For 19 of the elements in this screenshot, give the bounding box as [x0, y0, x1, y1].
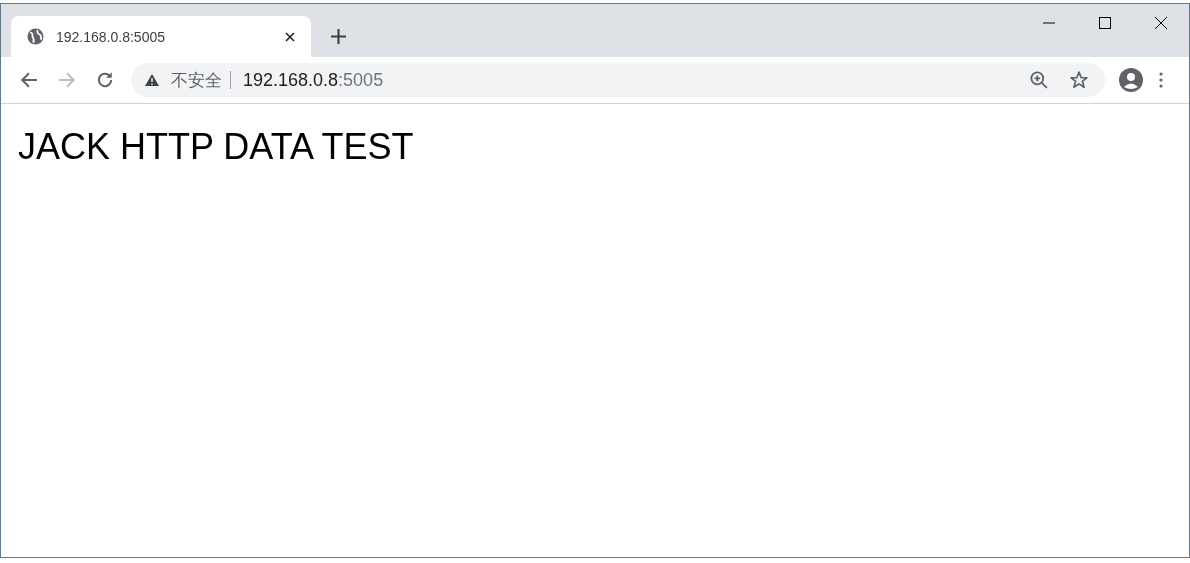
- url-host: 192.168.0.8: [243, 69, 339, 91]
- close-tab-icon[interactable]: [285, 31, 295, 42]
- browser-tab[interactable]: 192.168.0.8:5005: [11, 16, 311, 57]
- url-port: :5005: [338, 69, 384, 91]
- address-bar[interactable]: 不安全 192.168.0.8:5005: [131, 63, 1105, 97]
- security-label: 不安全: [171, 69, 222, 92]
- profile-icon[interactable]: [1119, 68, 1143, 92]
- maximize-icon[interactable]: [1099, 17, 1111, 29]
- star-icon[interactable]: [1070, 71, 1088, 89]
- warning-icon: [145, 74, 159, 86]
- menu-icon[interactable]: [1159, 72, 1163, 88]
- reload-icon[interactable]: [96, 71, 114, 89]
- zoom-icon[interactable]: [1030, 71, 1048, 89]
- new-tab-icon[interactable]: [331, 29, 346, 44]
- page-heading: JACK HTTP DATA TEST: [18, 126, 414, 168]
- back-arrow-icon[interactable]: [20, 71, 38, 89]
- tab-title: 192.168.0.8:5005: [56, 28, 166, 45]
- globe-icon: [27, 28, 44, 45]
- close-icon[interactable]: [1155, 17, 1167, 29]
